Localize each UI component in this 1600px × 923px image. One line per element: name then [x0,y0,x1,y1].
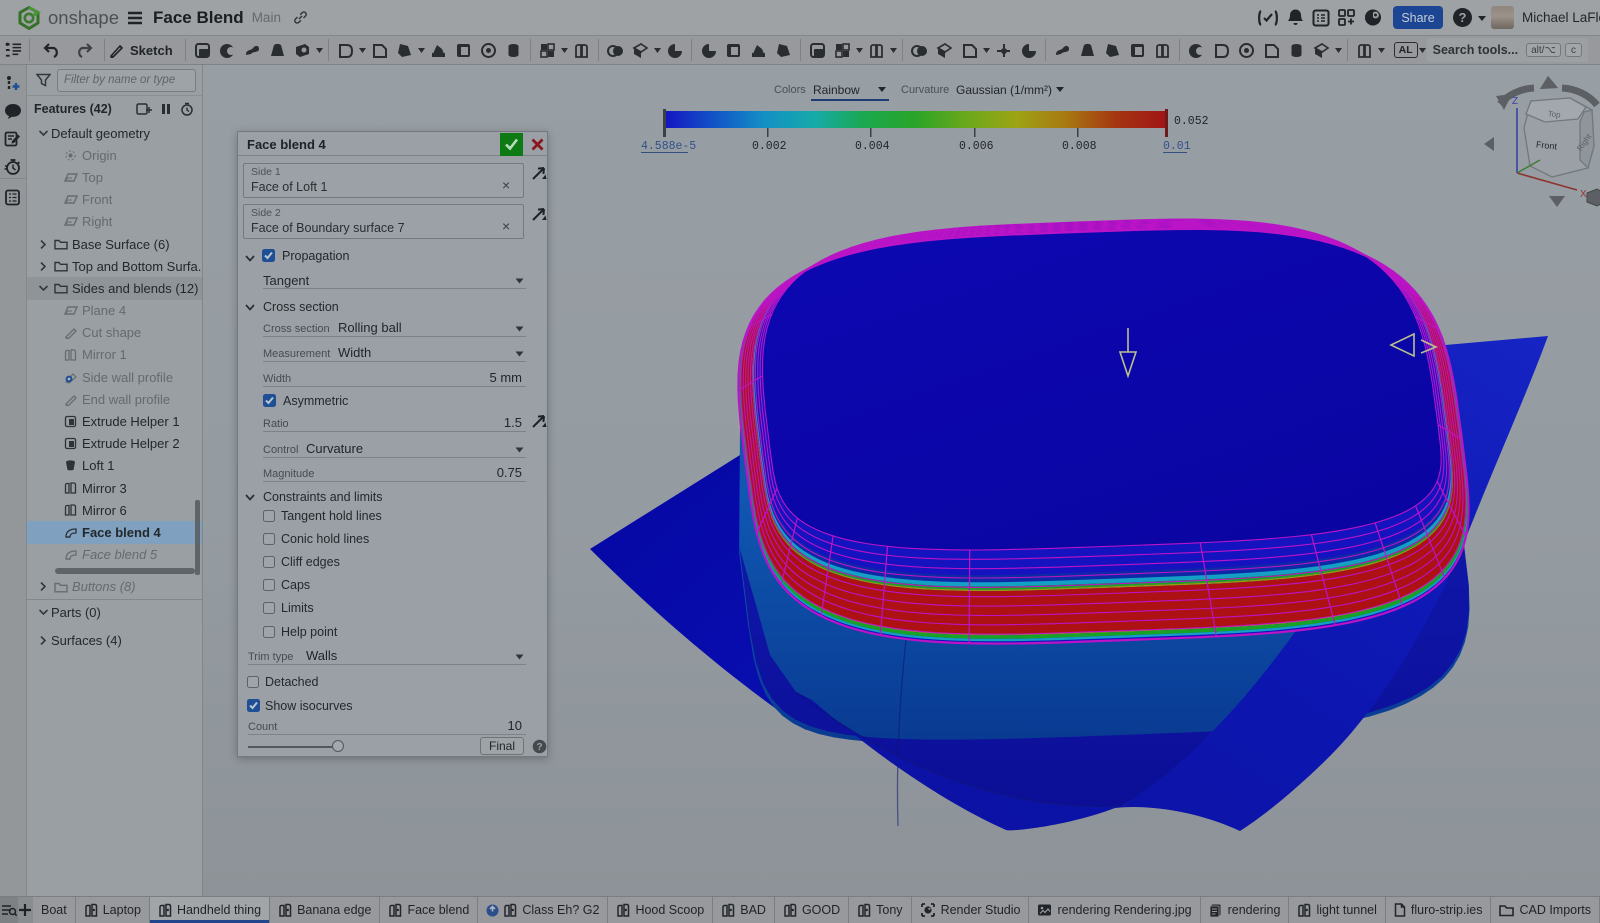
svg-text:0.008: 0.008 [1062,140,1097,153]
svg-text:?: ? [536,742,542,753]
svg-text:Top: Top [1547,109,1562,120]
svg-text:Gaussian (1/mm²): Gaussian (1/mm²) [956,83,1052,97]
svg-text:0.052: 0.052 [1174,115,1209,128]
svg-text:0.006: 0.006 [959,140,994,153]
svg-text:X: X [1580,189,1587,200]
svg-text:0.004: 0.004 [855,140,890,153]
svg-text:0.002: 0.002 [752,140,787,153]
svg-text:Rainbow: Rainbow [813,83,860,97]
svg-text:Z: Z [1512,96,1518,107]
svg-text:Curvature: Curvature [901,84,949,96]
svg-text:Colors: Colors [774,84,806,96]
svg-text:4.588e-5: 4.588e-5 [641,140,696,153]
svg-text:0.01: 0.01 [1163,140,1191,153]
